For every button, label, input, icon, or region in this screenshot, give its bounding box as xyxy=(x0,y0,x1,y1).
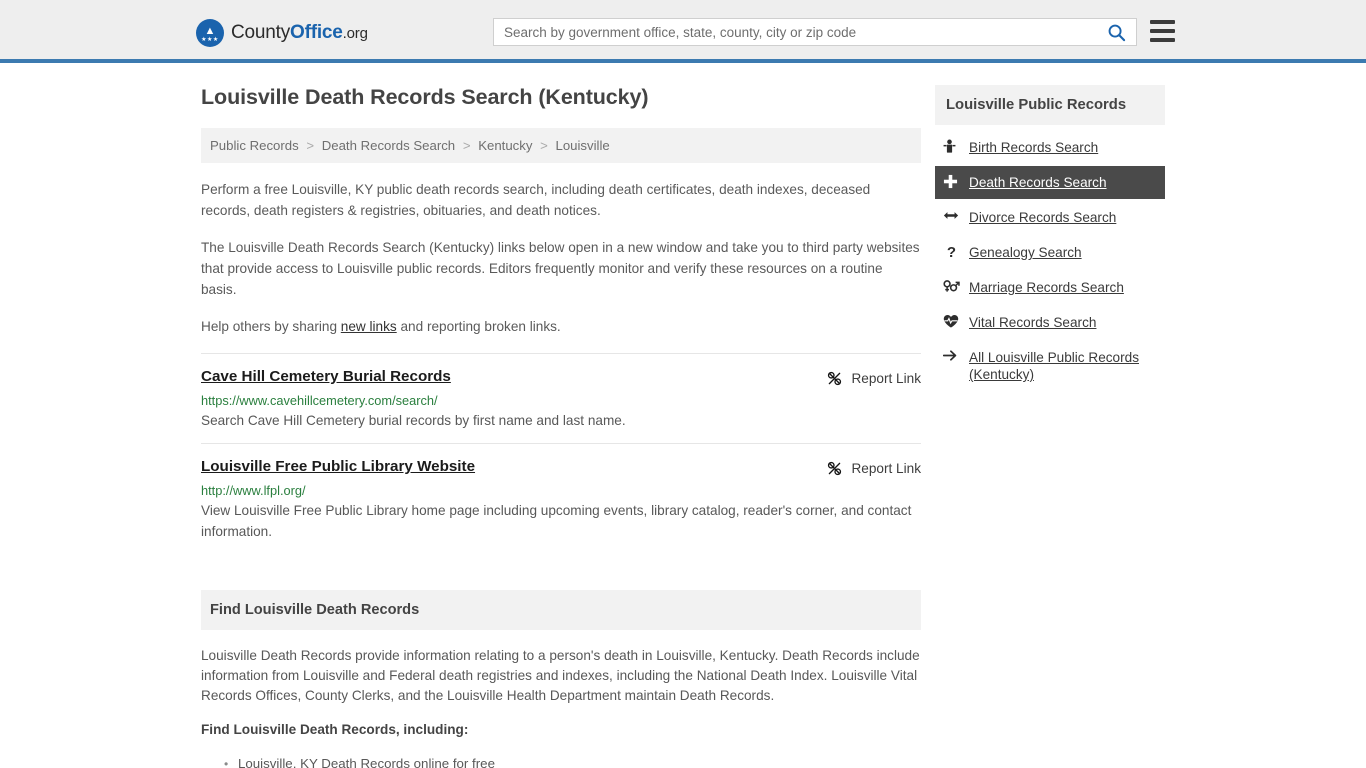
hamburger-bar-3 xyxy=(1150,38,1175,42)
sidebar-heading: Louisville Public Records xyxy=(935,85,1165,125)
heartbeat-icon xyxy=(943,314,960,329)
sidebar-item-label: Birth Records Search xyxy=(969,140,1099,155)
baby-icon xyxy=(943,139,960,154)
share-links-paragraph: Help others by sharing new links and rep… xyxy=(201,316,921,337)
result-url[interactable]: http://www.lfpl.org/ xyxy=(201,483,921,498)
new-links-link[interactable]: new links xyxy=(341,319,397,334)
sidebar-item-death-records-search[interactable]: Death Records Search xyxy=(935,166,1165,199)
breadcrumb-separator-1: > xyxy=(306,138,315,153)
cross-icon xyxy=(943,174,960,189)
sidebar-item-marriage-records-search[interactable]: Marriage Records Search xyxy=(935,271,1165,304)
find-section-body: Louisville Death Records provide informa… xyxy=(201,646,921,768)
logo-text: CountyOffice.org xyxy=(231,22,368,44)
report-link-label: Report Link xyxy=(851,371,921,386)
hamburger-menu-icon[interactable] xyxy=(1150,20,1175,42)
intro-paragraph-1: Perform a free Louisville, KY public dea… xyxy=(201,182,871,218)
breadcrumb-item-kentucky[interactable]: Kentucky xyxy=(478,138,532,153)
breadcrumb-separator-3: > xyxy=(540,138,548,153)
sidebar-item-label: Vital Records Search xyxy=(969,315,1097,330)
sidebar-item-label: All Louisville Public Records (Kentucky) xyxy=(969,350,1139,382)
venus-mars-icon xyxy=(943,279,960,293)
sidebar-item-genealogy-search[interactable]: ? Genealogy Search xyxy=(935,236,1165,269)
page-title: Louisville Death Records Search (Kentuck… xyxy=(201,85,649,109)
breadcrumb: Public Records > Death Records Search > … xyxy=(201,128,921,163)
search-button[interactable] xyxy=(1096,19,1136,45)
sidebar-item-all-public-records[interactable]: All Louisville Public Records (Kentucky) xyxy=(935,341,1165,391)
content-container: Louisville Death Records Search (Kentuck… xyxy=(193,63,1173,768)
result-title-link[interactable]: Louisville Free Public Library Website xyxy=(201,458,475,475)
result-header: Cave Hill Cemetery Burial Records Report… xyxy=(201,368,921,387)
result-url[interactable]: https://www.cavehillcemetery.com/search/ xyxy=(201,393,921,408)
page-body: Louisville Death Records Search (Kentuck… xyxy=(0,63,1366,768)
breadcrumb-item-death-records-search[interactable]: Death Records Search xyxy=(322,138,455,153)
result-item: Cave Hill Cemetery Burial Records Report… xyxy=(201,353,921,443)
sidebar-item-divorce-records-search[interactable]: Divorce Records Search xyxy=(935,201,1165,234)
search-input[interactable] xyxy=(494,19,1096,45)
unlink-icon xyxy=(828,461,842,476)
search-bar[interactable] xyxy=(493,18,1137,46)
find-section-paragraph: Louisville Death Records provide informa… xyxy=(201,648,920,703)
sidebar-item-vital-records-search[interactable]: Vital Records Search xyxy=(935,306,1165,339)
unlink-icon xyxy=(828,371,842,386)
arrow-right-icon xyxy=(943,349,960,362)
site-header: ▲ ★★★ CountyOffice.org xyxy=(0,0,1366,63)
main-column: Louisville Death Records Search (Kentuck… xyxy=(201,85,921,768)
find-section-subheading: Find Louisville Death Records, including… xyxy=(201,722,469,737)
logo-text-org: .org xyxy=(342,25,368,42)
question-mark-icon: ? xyxy=(946,244,957,261)
hamburger-bar-2 xyxy=(1150,29,1175,33)
site-logo[interactable]: ▲ ★★★ CountyOffice.org xyxy=(196,19,368,47)
sidebar: Louisville Public Records Birth Records … xyxy=(935,85,1165,393)
sidebar-item-label: Genealogy Search xyxy=(969,245,1082,260)
logo-text-office: Office xyxy=(290,22,343,43)
intro-paragraph-2: The Louisville Death Records Search (Ken… xyxy=(201,240,920,297)
list-item: Louisville, KY Death Records online for … xyxy=(224,754,921,768)
breadcrumb-item-louisville[interactable]: Louisville xyxy=(556,138,610,153)
sidebar-item-label: Divorce Records Search xyxy=(969,210,1117,225)
report-link-button[interactable]: Report Link xyxy=(826,460,921,477)
logo-text-county: County xyxy=(231,22,291,43)
sidebar-item-label: Marriage Records Search xyxy=(969,280,1124,295)
share-prefix-text: Help others by sharing xyxy=(201,319,341,334)
find-section-heading: Find Louisville Death Records xyxy=(201,590,921,630)
breadcrumb-separator-2: > xyxy=(462,138,471,153)
sidebar-item-birth-records-search[interactable]: Birth Records Search xyxy=(935,131,1165,164)
search-icon xyxy=(1108,24,1125,41)
arrows-left-right-icon xyxy=(943,209,960,222)
result-title-link[interactable]: Cave Hill Cemetery Burial Records xyxy=(201,368,451,385)
result-item: Louisville Free Public Library Website R… xyxy=(201,443,921,554)
result-description: View Louisville Free Public Library home… xyxy=(201,503,912,539)
report-link-button[interactable]: Report Link xyxy=(826,370,921,387)
eagle-circle-logo-icon: ▲ ★★★ xyxy=(196,19,224,47)
sidebar-item-label: Death Records Search xyxy=(969,175,1107,190)
result-header: Louisville Free Public Library Website R… xyxy=(201,458,921,477)
report-link-label: Report Link xyxy=(851,461,921,476)
find-section-list: Louisville, KY Death Records online for … xyxy=(201,754,921,768)
breadcrumb-item-public-records[interactable]: Public Records xyxy=(210,138,299,153)
result-description: Search Cave Hill Cemetery burial records… xyxy=(201,413,626,428)
share-suffix-text: and reporting broken links. xyxy=(396,319,561,334)
hamburger-bar-1 xyxy=(1150,20,1175,24)
